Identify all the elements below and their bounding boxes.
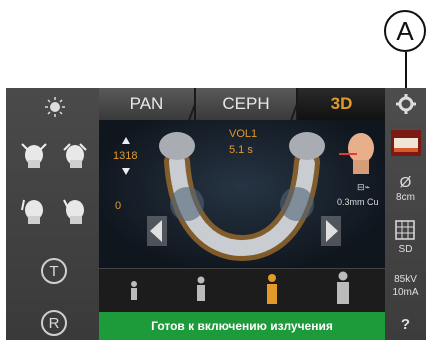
tab-ceph-label: CEPH [222,94,270,113]
resolution-label[interactable]: SD [385,244,426,255]
device-screen: T R PAN CEPH 3D 1318 0 VOL1 5.1 s ⊟⌁ 0.3… [6,88,426,340]
patient-large-icon[interactable] [335,271,351,309]
ma-label[interactable]: 10mA [385,287,426,298]
tab-pan[interactable]: PAN [99,88,194,120]
status-message: Готов к включению излучения [151,319,333,333]
patient-child-small-icon[interactable] [129,279,139,305]
tab-ceph[interactable]: CEPH [196,88,296,120]
arrow-left-icon[interactable] [147,216,167,246]
head-front-up-icon[interactable] [20,140,48,168]
rotate-t-button[interactable]: T [41,258,67,284]
patient-adult-icon[interactable] [265,273,279,307]
fov-diameter-icon[interactable]: Ø [385,174,426,191]
exposure-time: 5.1 s [229,144,253,156]
light-bulb-icon[interactable] [44,96,66,118]
rotate-r-label: R [48,314,60,332]
rotate-r-button[interactable]: R [41,310,67,336]
patient-size-row [99,268,385,313]
head-front-tilt-icon[interactable] [20,196,48,224]
height-up-icon[interactable] [121,136,131,146]
head-side-up-icon[interactable] [60,140,88,168]
kv-label[interactable]: 85kV [385,274,426,285]
patient-child-icon[interactable] [195,275,207,305]
volume-label: VOL1 [229,128,258,140]
left-panel: T R [6,88,99,340]
help-button[interactable]: ? [385,316,426,333]
status-bar: Готов к включению излучения [99,312,385,340]
fov-label[interactable]: 8cm [385,192,426,203]
jaw-viewer: 1318 0 VOL1 5.1 s ⊟⌁ 0.3mm Cu [99,120,385,268]
callout-line [405,52,407,92]
bite-block-icon[interactable] [391,130,421,156]
filter-icon: ⊟⌁ [357,182,370,192]
gear-icon[interactable] [396,94,416,114]
zero-value: 0 [115,200,122,212]
rotate-t-label: T [49,262,59,280]
right-panel: Ø 8cm SD 85kV 10mA ? [385,88,426,340]
arrow-right-icon[interactable] [321,216,341,246]
height-value: 1318 [113,150,138,162]
tab-pan-label: PAN [129,94,164,113]
tab-3d-label: 3D [330,94,353,113]
callout-label: A [396,15,414,46]
height-down-icon[interactable] [121,166,131,176]
filter-label: 0.3mm Cu [337,197,379,207]
head-side-tilt-icon[interactable] [60,196,88,224]
callout-a: A [384,10,426,52]
tab-3d[interactable]: 3D [298,88,385,120]
grid-icon[interactable] [395,220,415,240]
patient-profile-icon[interactable] [339,130,379,174]
